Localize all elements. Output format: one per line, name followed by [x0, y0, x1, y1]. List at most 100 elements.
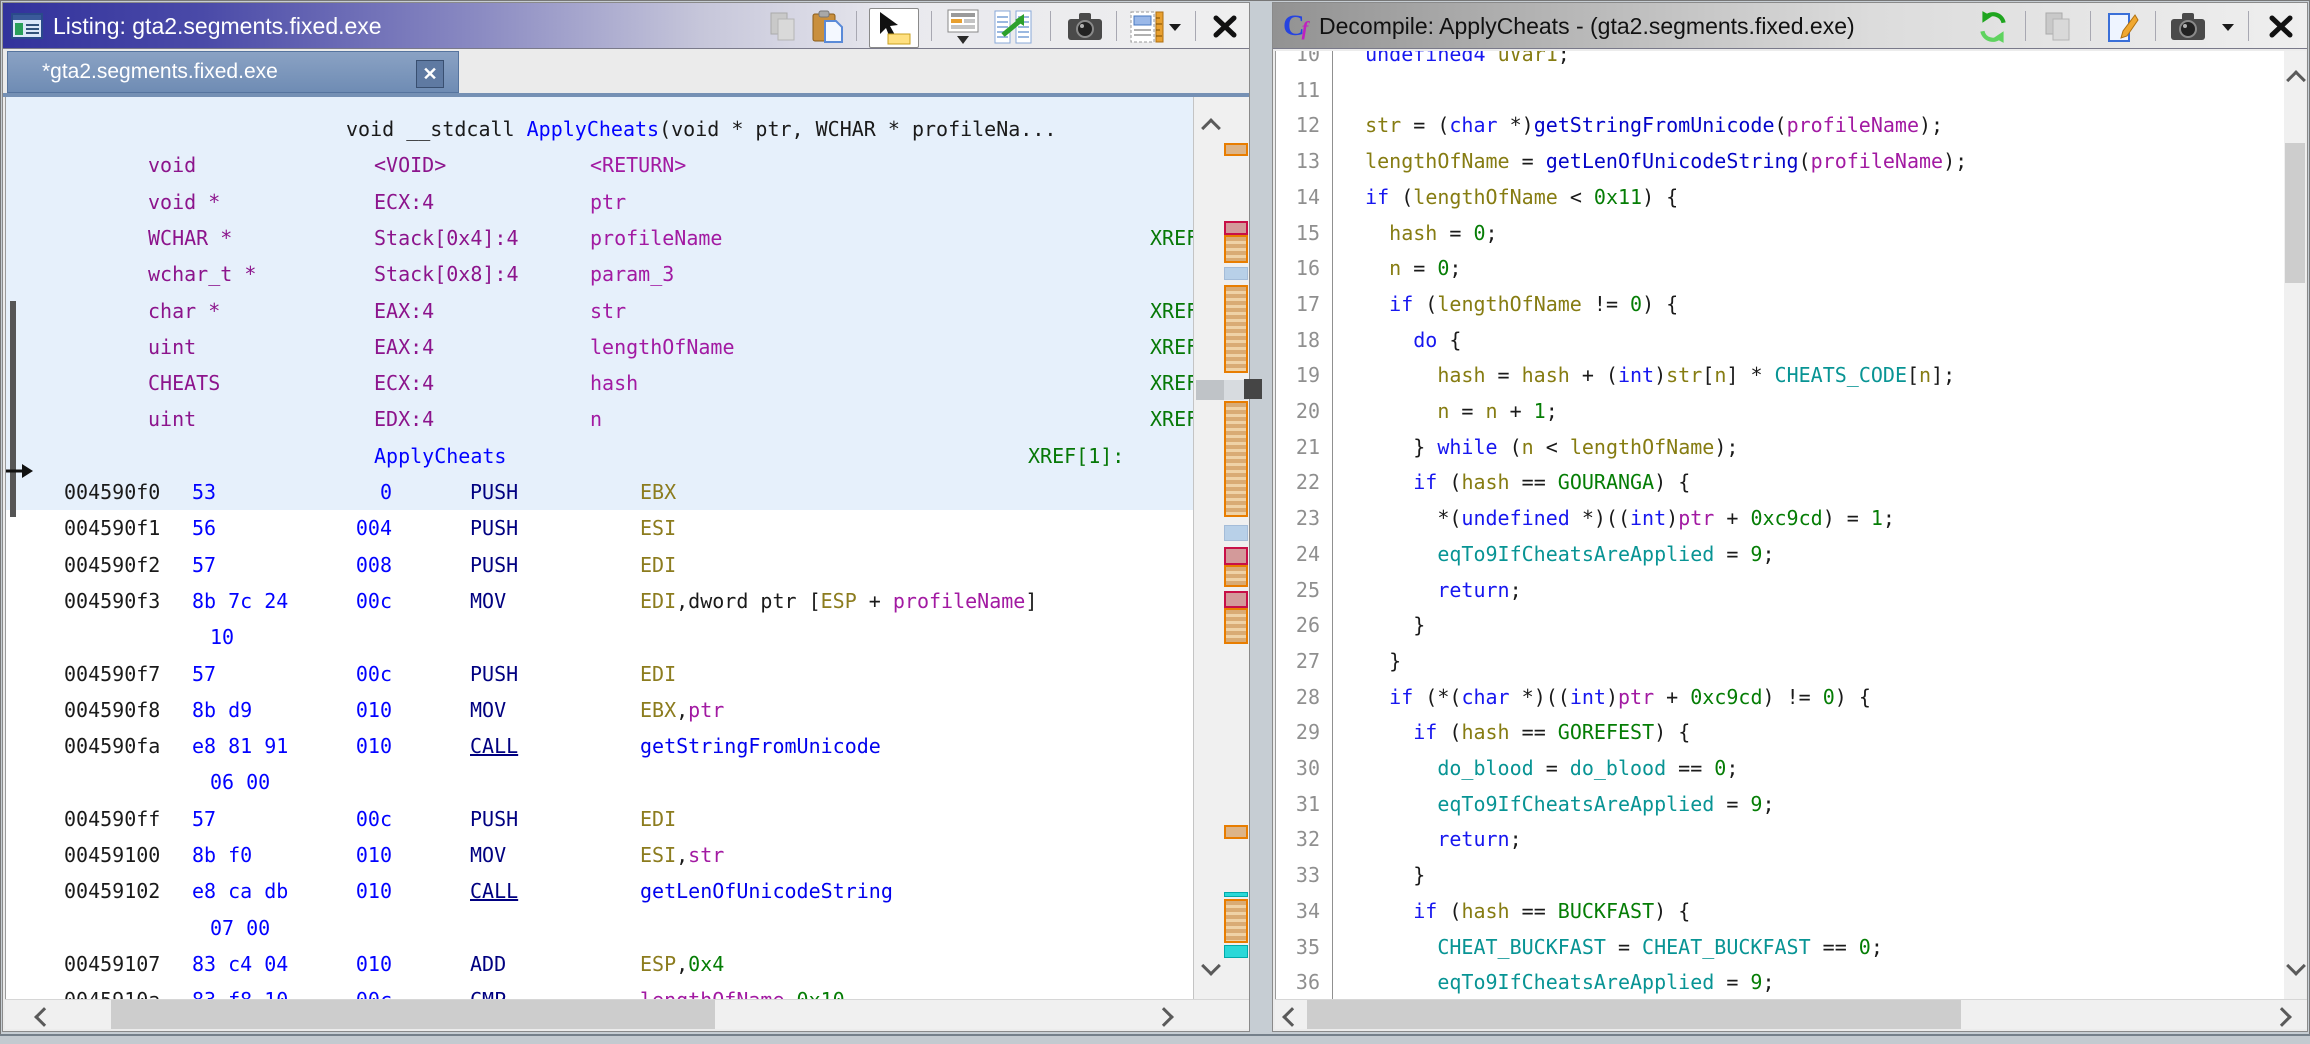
- scroll-left-icon[interactable]: [34, 1007, 54, 1027]
- decomp-line-13[interactable]: 13 lengthOfName = getLenOfUnicodeString(…: [1276, 143, 2285, 179]
- listing-row-00459100[interactable]: 004591008b f0010MOVESI,str: [6, 837, 1193, 873]
- listing-row-004590f0[interactable]: 004590f0530PUSHEBX: [6, 474, 1193, 510]
- decomp-line-35[interactable]: 35 CHEAT_BUCKFAST = CHEAT_BUCKFAST == 0;: [1276, 929, 2285, 965]
- snapshot-camera-icon[interactable]: [2168, 8, 2208, 46]
- dual-listing-icon[interactable]: [993, 8, 1033, 46]
- nav-marker-stripes[interactable]: [1224, 401, 1248, 517]
- listing-row[interactable]: 10: [6, 619, 1193, 655]
- decomp-line-22[interactable]: 22 if (hash == GOURANGA) {: [1276, 464, 2285, 500]
- scroll-right-icon[interactable]: [2272, 1007, 2292, 1027]
- splitter-handle[interactable]: [1244, 379, 1262, 399]
- decompiler-titlebar[interactable]: Cf Decompile: ApplyCheats - (gta2.segmen…: [1273, 3, 2307, 49]
- listing-marker-margin[interactable]: [1193, 97, 1249, 999]
- nav-marker-plain[interactable]: [1224, 143, 1248, 156]
- close-icon[interactable]: [1205, 8, 1245, 46]
- snapshot-camera-icon[interactable]: [1065, 8, 1105, 46]
- listing-row-004590f2[interactable]: 004590f257008PUSHEDI: [6, 547, 1193, 583]
- listing-row[interactable]: ApplyCheatsXREF[1]:: [6, 438, 1193, 474]
- decomp-line-25[interactable]: 25 return;: [1276, 572, 2285, 608]
- decomp-line-29[interactable]: 29 if (hash == GOREFEST) {: [1276, 714, 2285, 750]
- decompiler-hscrollbar[interactable]: [1275, 999, 2307, 1029]
- consolidate-rows-icon[interactable]: [943, 8, 983, 46]
- listing-row-004590ff[interactable]: 004590ff5700cPUSHEDI: [6, 801, 1193, 837]
- tab-close-icon[interactable]: ✕: [416, 60, 444, 88]
- listing-hscrollbar[interactable]: [5, 999, 1249, 1029]
- listing-row[interactable]: uintEDX:4nXREF: [6, 401, 1193, 437]
- paste-icon[interactable]: [808, 8, 848, 46]
- decomp-line-31[interactable]: 31 eqTo9IfCheatsAreApplied = 9;: [1276, 786, 2285, 822]
- decomp-line-12[interactable]: 12 str = (char *)getStringFromUnicode(pr…: [1276, 107, 2285, 143]
- listing-row[interactable]: void __stdcall ApplyCheats(void * ptr, W…: [6, 111, 1193, 147]
- decomp-line-33[interactable]: 33 }: [1276, 857, 2285, 893]
- scroll-up-icon[interactable]: [1201, 118, 1221, 138]
- scroll-right-icon[interactable]: [1154, 1007, 1174, 1027]
- decompiler-view[interactable]: 10 undefined4 uVar1;1112 str = (char *)g…: [1275, 51, 2285, 999]
- nav-marker-stripes[interactable]: [1224, 285, 1248, 373]
- cursor-location-icon[interactable]: [869, 8, 919, 48]
- nav-marker-cyan[interactable]: [1224, 945, 1248, 958]
- decomp-line-15[interactable]: 15 hash = 0;: [1276, 215, 2285, 251]
- decomp-line-24[interactable]: 24 eqTo9IfCheatsAreApplied = 9;: [1276, 536, 2285, 572]
- listing-row-004590f8[interactable]: 004590f88b d9010MOVEBX,ptr: [6, 692, 1193, 728]
- nav-marker-red[interactable]: [1224, 221, 1248, 235]
- listing-row[interactable]: WCHAR *Stack[0x4]:4profileNameXREF: [6, 220, 1193, 256]
- decomp-line-34[interactable]: 34 if (hash == BUCKFAST) {: [1276, 893, 2285, 929]
- scroll-down-icon[interactable]: [1201, 956, 1221, 976]
- nav-marker-blue[interactable]: [1224, 525, 1248, 541]
- decomp-line-27[interactable]: 27 }: [1276, 643, 2285, 679]
- listing-row-00459107[interactable]: 0045910783 c4 04010ADDESP,0x4: [6, 946, 1193, 982]
- decomp-line-23[interactable]: 23 *(undefined *)((int)ptr + 0xc9cd) = 1…: [1276, 500, 2285, 536]
- listing-row-004590fa[interactable]: 004590fae8 81 91010CALLgetStringFromUnic…: [6, 728, 1193, 764]
- nav-marker-red[interactable]: [1224, 591, 1248, 608]
- decomp-line-17[interactable]: 17 if (lengthOfName != 0) {: [1276, 286, 2285, 322]
- listing-hscrollbar-thumb[interactable]: [111, 1000, 715, 1029]
- listing-row[interactable]: void<VOID><RETURN>: [6, 147, 1193, 183]
- tab-gta2-segments-fixed-exe[interactable]: *gta2.segments.fixed.exe ✕: [7, 51, 459, 93]
- listing-row-00459102[interactable]: 00459102e8 ca db010CALLgetLenOfUnicodeSt…: [6, 873, 1193, 909]
- edit-signature-icon[interactable]: [2103, 8, 2143, 46]
- nav-marker-plain[interactable]: [1224, 825, 1248, 839]
- nav-marker-red[interactable]: [1224, 547, 1248, 565]
- listing-row[interactable]: char *EAX:4strXREF: [6, 293, 1193, 329]
- scroll-left-icon[interactable]: [1282, 1007, 1302, 1027]
- listing-scrollbar-thumb[interactable]: [1196, 380, 1224, 400]
- listing-row-0045910a[interactable]: 0045910a83 f8 1000cCMPlengthOfName,0x10: [6, 982, 1193, 999]
- listing-row-004590f3[interactable]: 004590f38b 7c 2400cMOVEDI,dword ptr [ESP…: [6, 583, 1193, 619]
- close-icon[interactable]: [2261, 8, 2301, 46]
- listing-row-004590f7[interactable]: 004590f75700cPUSHEDI: [6, 656, 1193, 692]
- listing-titlebar[interactable]: Listing: gta2.segments.fixed.exe: [3, 3, 1249, 49]
- dropdown-caret-icon[interactable]: [2218, 8, 2238, 46]
- decomp-line-20[interactable]: 20 n = n + 1;: [1276, 393, 2285, 429]
- decomp-line-18[interactable]: 18 do {: [1276, 322, 2285, 358]
- scroll-down-icon[interactable]: [2286, 956, 2306, 976]
- decomp-line-10[interactable]: 10 undefined4 uVar1;: [1276, 51, 2285, 72]
- decomp-line-28[interactable]: 28 if (*(char *)((int)ptr + 0xc9cd) != 0…: [1276, 679, 2285, 715]
- scroll-up-icon[interactable]: [2286, 70, 2306, 90]
- listing-row[interactable]: wchar_t *Stack[0x8]:4param_3: [6, 256, 1193, 292]
- listing-row-004590f1[interactable]: 004590f156004PUSHESI: [6, 510, 1193, 546]
- listing-row[interactable]: CHEATSECX:4hashXREF: [6, 365, 1193, 401]
- nav-marker-stripes[interactable]: [1224, 565, 1248, 587]
- nav-marker-stripes[interactable]: [1224, 235, 1248, 263]
- nav-marker-stripes[interactable]: [1224, 608, 1248, 644]
- listing-row[interactable]: 06 00: [6, 764, 1193, 800]
- decomp-line-11[interactable]: 11: [1276, 72, 2285, 108]
- decomp-line-30[interactable]: 30 do_blood = do_blood == 0;: [1276, 750, 2285, 786]
- listing-view[interactable]: void __stdcall ApplyCheats(void * ptr, W…: [5, 97, 1193, 999]
- decomp-line-21[interactable]: 21 } while (n < lengthOfName);: [1276, 429, 2285, 465]
- listing-row[interactable]: 07 00: [6, 910, 1193, 946]
- decompiler-hscrollbar-thumb[interactable]: [1307, 1000, 1961, 1029]
- refresh-icon[interactable]: [1973, 8, 2013, 46]
- dropdown-caret-icon[interactable]: [1165, 8, 1185, 46]
- decomp-line-32[interactable]: 32 return;: [1276, 821, 2285, 857]
- decompiler-vscrollbar[interactable]: [2284, 51, 2306, 999]
- decomp-line-26[interactable]: 26 }: [1276, 607, 2285, 643]
- decompiler-vscrollbar-thumb[interactable]: [2285, 143, 2305, 283]
- listing-display-options-icon[interactable]: [1127, 8, 1167, 46]
- copy-icon[interactable]: [763, 8, 803, 46]
- decomp-line-36[interactable]: 36 eqTo9IfCheatsAreApplied = 9;: [1276, 964, 2285, 999]
- nav-marker-stripes[interactable]: [1224, 899, 1248, 943]
- listing-row[interactable]: uintEAX:4lengthOfNameXREF: [6, 329, 1193, 365]
- decomp-line-14[interactable]: 14 if (lengthOfName < 0x11) {: [1276, 179, 2285, 215]
- nav-marker-cyan[interactable]: [1224, 892, 1248, 897]
